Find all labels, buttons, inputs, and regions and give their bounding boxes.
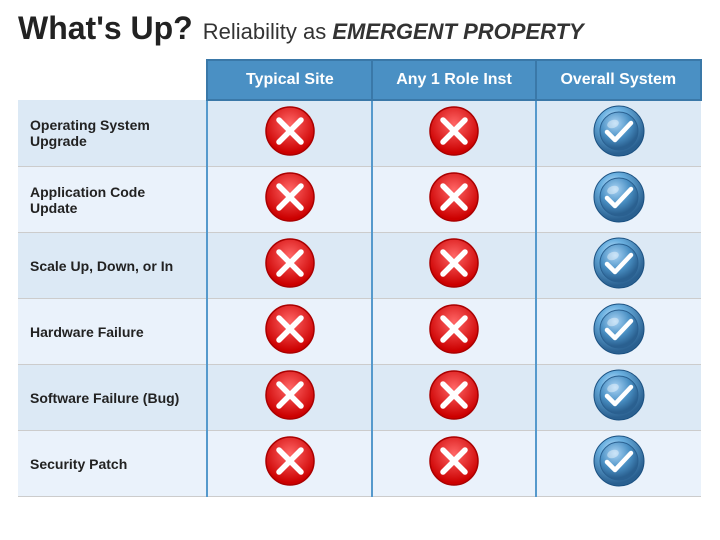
row-label: Application Code Update <box>18 167 207 233</box>
table-row: Software Failure (Bug) <box>18 365 701 431</box>
cell-any1 <box>372 100 535 167</box>
cell-overall <box>536 299 701 365</box>
col-header-any1: Any 1 Role Inst <box>372 60 535 100</box>
cell-any1 <box>372 299 535 365</box>
col-header-overall: Overall System <box>536 60 701 100</box>
x-icon <box>428 237 480 289</box>
table-row: Security Patch <box>18 431 701 497</box>
cell-typical <box>207 299 372 365</box>
cell-overall <box>536 167 701 233</box>
main-table: Typical Site Any 1 Role Inst Overall Sys… <box>18 59 702 497</box>
x-icon <box>264 369 316 421</box>
check-icon <box>593 303 645 355</box>
check-icon <box>593 237 645 289</box>
table-row: Operating System Upgrade <box>18 100 701 167</box>
title-emphasis: EMERGENT PROPERTY <box>332 19 583 44</box>
x-icon <box>264 435 316 487</box>
cell-any1 <box>372 167 535 233</box>
cell-overall <box>536 233 701 299</box>
table-row: Application Code Update <box>18 167 701 233</box>
check-icon <box>593 105 645 157</box>
table-row: Scale Up, Down, or In <box>18 233 701 299</box>
x-icon <box>428 435 480 487</box>
col-header-empty <box>18 60 207 100</box>
row-label: Hardware Failure <box>18 299 207 365</box>
cell-typical <box>207 100 372 167</box>
x-icon <box>428 303 480 355</box>
row-label: Security Patch <box>18 431 207 497</box>
cell-typical <box>207 167 372 233</box>
cell-typical <box>207 365 372 431</box>
x-icon <box>428 369 480 421</box>
page: What's Up? Reliability as EMERGENT PROPE… <box>0 0 720 540</box>
cell-any1 <box>372 233 535 299</box>
check-icon <box>593 171 645 223</box>
x-icon <box>428 171 480 223</box>
row-label: Operating System Upgrade <box>18 100 207 167</box>
title-rest: Reliability as <box>203 19 333 44</box>
cell-any1 <box>372 431 535 497</box>
cell-overall <box>536 100 701 167</box>
row-label: Software Failure (Bug) <box>18 365 207 431</box>
x-icon <box>428 105 480 157</box>
check-icon <box>593 435 645 487</box>
cell-typical <box>207 431 372 497</box>
x-icon <box>264 171 316 223</box>
cell-overall <box>536 431 701 497</box>
cell-overall <box>536 365 701 431</box>
cell-any1 <box>372 365 535 431</box>
x-icon <box>264 237 316 289</box>
check-icon <box>593 369 645 421</box>
title-sub: Reliability as EMERGENT PROPERTY <box>203 19 584 45</box>
col-header-typical: Typical Site <box>207 60 372 100</box>
x-icon <box>264 105 316 157</box>
x-icon <box>264 303 316 355</box>
row-label: Scale Up, Down, or In <box>18 233 207 299</box>
table-row: Hardware Failure <box>18 299 701 365</box>
title-bold: What's Up? <box>18 10 193 47</box>
title-bar: What's Up? Reliability as EMERGENT PROPE… <box>18 10 702 47</box>
cell-typical <box>207 233 372 299</box>
